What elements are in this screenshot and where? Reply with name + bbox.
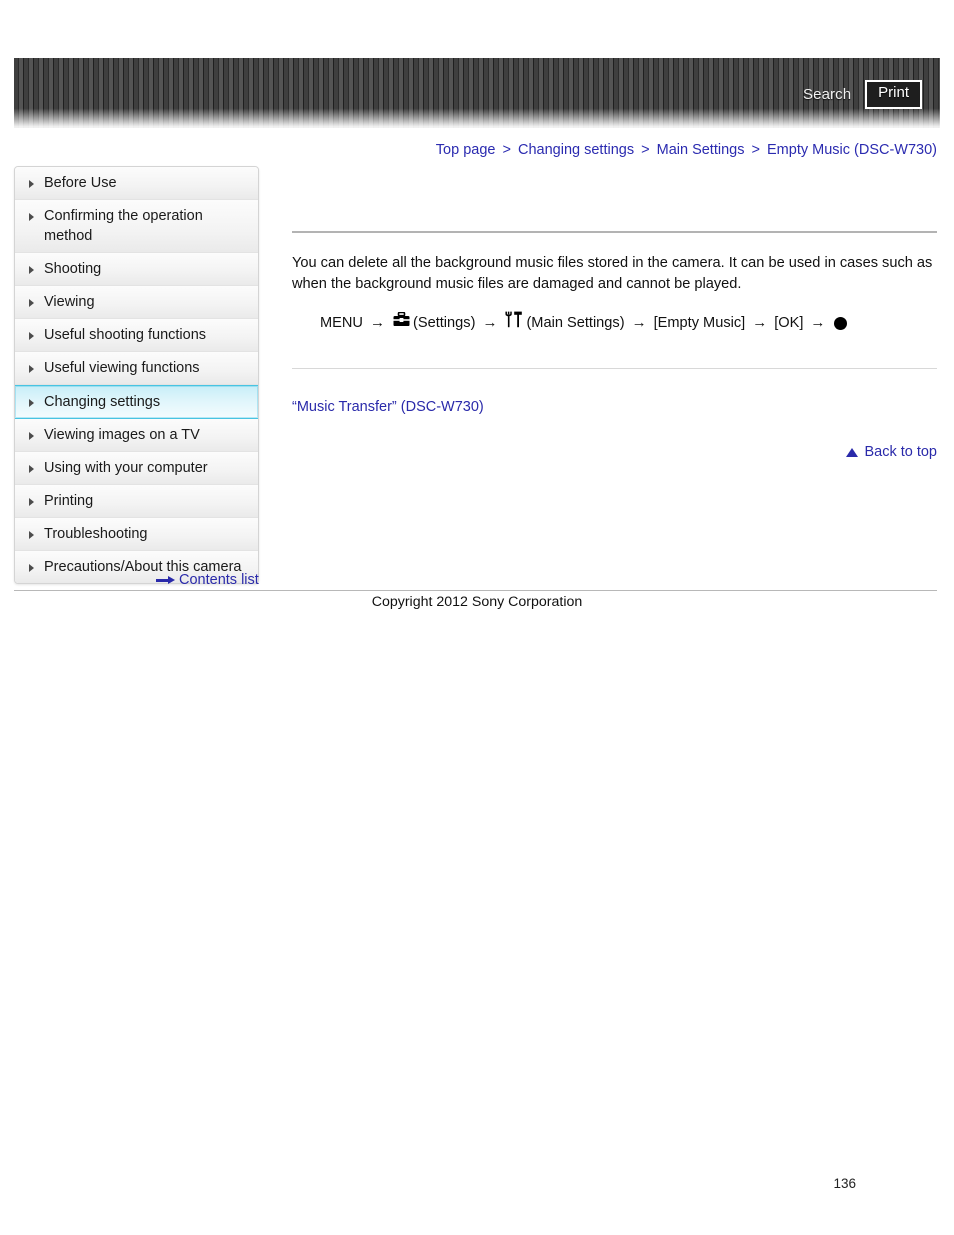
- sidebar-item-using-with-your-computer[interactable]: Using with your computer: [15, 452, 258, 485]
- sidebar-item-viewing-images-on-a-tv[interactable]: Viewing images on a TV: [15, 419, 258, 452]
- sidebar-item-label: Using with your computer: [44, 460, 208, 476]
- toolbox-icon: [393, 311, 410, 334]
- sidebar-item-before-use[interactable]: Before Use: [15, 167, 258, 200]
- sidebar-item-label: Viewing images on a TV: [44, 427, 200, 443]
- sidebar-item-label: Before Use: [44, 175, 117, 191]
- sidebar-item-printing[interactable]: Printing: [15, 485, 258, 518]
- content-bottom-divider: [292, 368, 937, 369]
- sidebar-item-label: Useful viewing functions: [44, 360, 200, 376]
- header-banner: Search Print: [14, 58, 940, 128]
- page-number: 136: [833, 1176, 856, 1191]
- footer-divider: [14, 590, 937, 591]
- body-paragraph: You can delete all the background music …: [292, 255, 933, 292]
- sidebar-item-label: Troubleshooting: [44, 526, 148, 542]
- sidebar-item-label: Confirming the operation method: [44, 208, 203, 244]
- sidebar-item-label: Viewing: [44, 294, 95, 310]
- contents-list-link[interactable]: Contents list: [156, 572, 259, 588]
- menu-path-settings-label: (Settings): [412, 315, 476, 331]
- triangle-right-icon: [29, 213, 34, 221]
- sidebar-item-label: Shooting: [44, 261, 102, 277]
- triangle-right-icon: [29, 498, 34, 506]
- breadcrumb-separator: >: [502, 142, 511, 158]
- triangle-right-icon: [29, 465, 34, 473]
- breadcrumb-separator: >: [751, 142, 760, 158]
- menu-path-arrow: →: [369, 314, 385, 331]
- sidebar-item-label: Useful shooting functions: [44, 327, 207, 343]
- breadcrumb-item-empty-music: Empty Music (DSC-W730): [767, 142, 937, 158]
- triangle-right-icon: [29, 266, 34, 274]
- sidebar-item-label: Changing settings: [44, 394, 161, 410]
- triangle-right-icon: [29, 365, 34, 373]
- sidebar-item-changing-settings[interactable]: Changing settings: [15, 385, 258, 419]
- triangle-right-icon: [29, 399, 34, 407]
- copyright-text: Copyright 2012 Sony Corporation: [371, 594, 583, 610]
- search-link[interactable]: Search: [803, 86, 851, 103]
- sidebar-item-useful-viewing-functions[interactable]: Useful viewing functions: [15, 352, 258, 385]
- menu-path-arrow: →: [752, 314, 768, 331]
- menu-path-start: MENU: [320, 315, 363, 331]
- menu-path-arrow: →: [631, 314, 647, 331]
- triangle-right-icon: [29, 432, 34, 440]
- sidebar-item-label: Printing: [44, 493, 94, 509]
- contents-list-label: Contents list: [179, 572, 259, 588]
- sidebar-item-troubleshooting[interactable]: Troubleshooting: [15, 518, 258, 551]
- breadcrumb-item-main-settings[interactable]: Main Settings: [657, 142, 745, 158]
- print-button[interactable]: Print: [865, 80, 922, 109]
- breadcrumb-item-changing-settings[interactable]: Changing settings: [518, 142, 634, 158]
- arrow-right-icon: [156, 575, 175, 585]
- menu-path: MENU → (Settings) → (Main Settings) → [E…: [320, 311, 937, 335]
- back-to-top-label: Back to top: [864, 444, 937, 460]
- breadcrumb: Top page > Changing settings > Main Sett…: [436, 142, 937, 158]
- menu-path-arrow: →: [810, 314, 826, 331]
- triangle-right-icon: [29, 180, 34, 188]
- record-dot-icon: [834, 316, 848, 330]
- sidebar-item-viewing[interactable]: Viewing: [15, 286, 258, 319]
- sidebar-item-shooting[interactable]: Shooting: [15, 253, 258, 286]
- triangle-right-icon: [29, 531, 34, 539]
- breadcrumb-separator: >: [641, 142, 650, 158]
- menu-path-confirm-label: [OK]: [774, 315, 804, 331]
- sidebar-navigation: Before Use Confirming the operation meth…: [14, 166, 259, 584]
- content-top-divider: [292, 231, 937, 233]
- fork-knife-icon: [505, 311, 523, 335]
- triangle-right-icon: [29, 332, 34, 340]
- main-content: You can delete all the background music …: [292, 166, 937, 460]
- triangle-right-icon: [29, 564, 34, 572]
- menu-path-item-label: [Empty Music]: [653, 315, 746, 331]
- menu-path-main-settings-label: (Main Settings): [526, 315, 625, 331]
- back-to-top-link[interactable]: Back to top: [292, 444, 937, 460]
- sidebar-item-useful-shooting-functions[interactable]: Useful shooting functions: [15, 319, 258, 352]
- sidebar-item-confirming-the-operation-method[interactable]: Confirming the operation method: [15, 200, 258, 253]
- related-link-music-transfer[interactable]: “Music Transfer” (DSC-W730): [292, 399, 484, 415]
- menu-path-arrow: →: [482, 314, 498, 331]
- header-controls: Search Print: [803, 80, 922, 109]
- breadcrumb-item-top-page[interactable]: Top page: [436, 142, 496, 158]
- triangle-right-icon: [29, 299, 34, 307]
- triangle-up-icon: [846, 447, 859, 457]
